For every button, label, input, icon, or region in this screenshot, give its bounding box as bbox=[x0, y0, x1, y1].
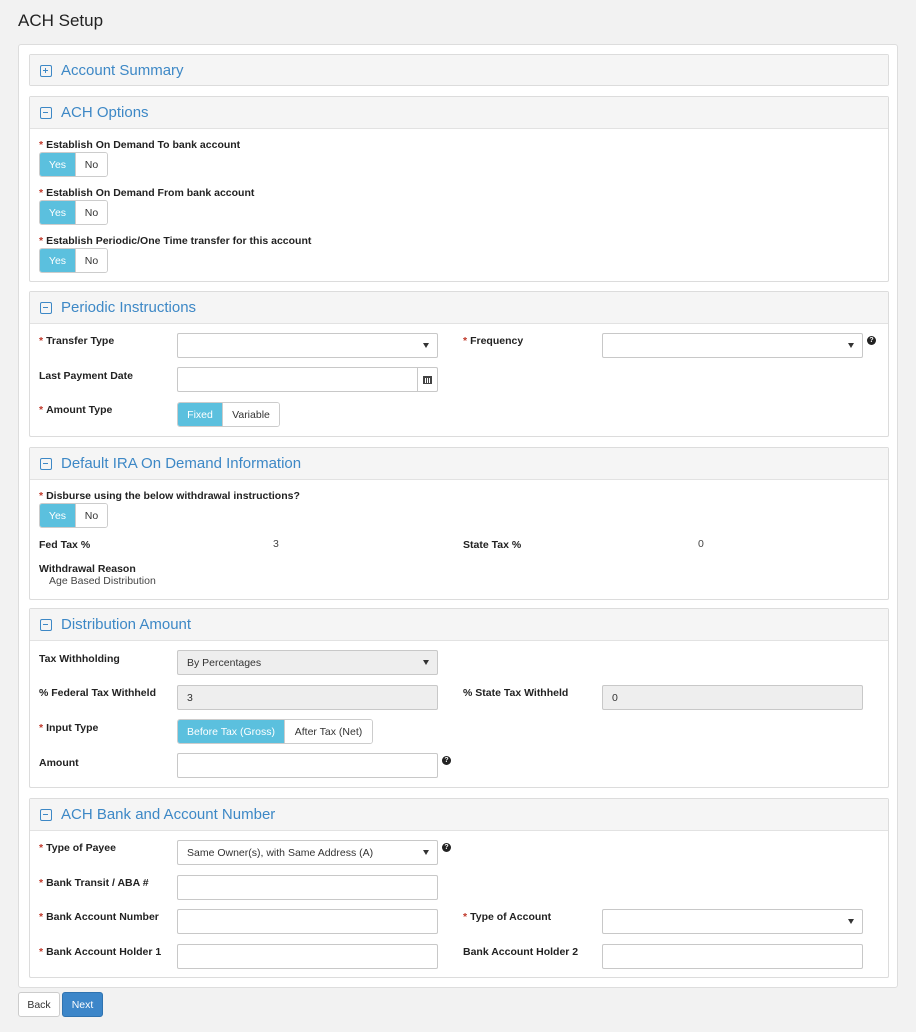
ach-options-title[interactable]: ACH Options bbox=[61, 104, 149, 121]
ach-options-header[interactable]: ACH Options bbox=[30, 97, 888, 129]
account-number-label: * Bank Account Number bbox=[39, 911, 159, 923]
withdrawal-reason-label: Withdrawal Reason bbox=[39, 563, 136, 575]
fed-withheld-value: 3 bbox=[187, 691, 193, 704]
periodic-instructions-header[interactable]: Periodic Instructions bbox=[30, 292, 888, 324]
tax-withholding-select[interactable]: By Percentages bbox=[177, 650, 438, 675]
frequency-select[interactable] bbox=[602, 333, 863, 358]
amount-type-toggle: Fixed Variable bbox=[177, 402, 280, 427]
on-demand-to-yes[interactable]: Yes bbox=[40, 153, 75, 176]
distribution-amount-header[interactable]: Distribution Amount bbox=[30, 609, 888, 641]
payee-help-icon[interactable]: ? bbox=[442, 843, 451, 852]
last-payment-date-input[interactable] bbox=[177, 367, 438, 392]
withdrawal-reason-value: Age Based Distribution bbox=[49, 575, 156, 587]
chevron-down-icon bbox=[848, 919, 854, 924]
on-demand-to-toggle: Yes No bbox=[39, 152, 108, 177]
on-demand-from-label: * Establish On Demand From bank account bbox=[39, 187, 255, 199]
amount-help-icon[interactable]: ? bbox=[442, 756, 451, 765]
disburse-yes[interactable]: Yes bbox=[40, 504, 75, 527]
disburse-toggle: Yes No bbox=[39, 503, 108, 528]
account-type-select[interactable] bbox=[602, 909, 863, 934]
periodic-transfer-label: * Establish Periodic/One Time transfer fo… bbox=[39, 235, 312, 247]
chevron-down-icon bbox=[423, 660, 429, 665]
amount-label: Amount bbox=[39, 757, 79, 769]
minus-square-icon[interactable] bbox=[40, 302, 52, 314]
amount-type-label: * Amount Type bbox=[39, 404, 113, 416]
ach-setup-form: Account Summary ACH Options * Establish O… bbox=[18, 44, 898, 988]
fed-withheld-label: % Federal Tax Withheld bbox=[39, 687, 156, 699]
holder1-label: * Bank Account Holder 1 bbox=[39, 946, 162, 958]
transfer-type-label: * Transfer Type bbox=[39, 335, 115, 347]
ira-title[interactable]: Default IRA On Demand Information bbox=[61, 455, 301, 472]
fed-withheld-input[interactable]: 3 bbox=[177, 685, 438, 710]
bank-header[interactable]: ACH Bank and Account Number bbox=[30, 799, 888, 831]
amount-type-fixed[interactable]: Fixed bbox=[178, 403, 222, 426]
chevron-down-icon bbox=[423, 343, 429, 348]
amount-type-variable[interactable]: Variable bbox=[222, 403, 279, 426]
minus-square-icon[interactable] bbox=[40, 809, 52, 821]
tax-withholding-value: By Percentages bbox=[187, 656, 262, 669]
last-payment-date-label: Last Payment Date bbox=[39, 370, 133, 382]
state-tax-value: 0 bbox=[698, 538, 704, 550]
payee-type-label: * Type of Payee bbox=[39, 842, 116, 854]
periodic-instructions-panel: Periodic Instructions * Transfer Type * Fr… bbox=[29, 291, 889, 437]
amount-input[interactable] bbox=[177, 753, 438, 778]
payee-type-select[interactable]: Same Owner(s), with Same Address (A) bbox=[177, 840, 438, 865]
on-demand-from-no[interactable]: No bbox=[75, 201, 107, 224]
ira-header[interactable]: Default IRA On Demand Information bbox=[30, 448, 888, 480]
transit-label: * Bank Transit / ABA # bbox=[39, 877, 149, 889]
holder2-label: Bank Account Holder 2 bbox=[463, 946, 579, 958]
minus-square-icon[interactable] bbox=[40, 107, 52, 119]
frequency-help-icon[interactable]: ? bbox=[867, 336, 876, 345]
fed-tax-value: 3 bbox=[273, 538, 279, 550]
on-demand-to-no[interactable]: No bbox=[75, 153, 107, 176]
transfer-type-select[interactable] bbox=[177, 333, 438, 358]
fed-tax-label: Fed Tax % bbox=[39, 539, 91, 551]
account-summary-panel: Account Summary bbox=[29, 54, 889, 86]
account-summary-title[interactable]: Account Summary bbox=[61, 62, 184, 79]
page-title: ACH Setup bbox=[18, 11, 104, 30]
minus-square-icon[interactable] bbox=[40, 458, 52, 470]
calendar-button[interactable] bbox=[417, 368, 437, 391]
holder1-input[interactable] bbox=[177, 944, 438, 969]
back-button[interactable]: Back bbox=[18, 992, 60, 1017]
input-type-after-tax[interactable]: After Tax (Net) bbox=[284, 720, 372, 743]
next-button[interactable]: Next bbox=[62, 992, 103, 1017]
ira-panel: Default IRA On Demand Information * Disbu… bbox=[29, 447, 889, 600]
chevron-down-icon bbox=[848, 343, 854, 348]
state-tax-label: State Tax % bbox=[463, 539, 522, 551]
holder2-input[interactable] bbox=[602, 944, 863, 969]
state-withheld-value: 0 bbox=[612, 691, 618, 704]
input-type-label: * Input Type bbox=[39, 722, 99, 734]
state-withheld-label: % State Tax Withheld bbox=[463, 687, 569, 699]
periodic-instructions-title[interactable]: Periodic Instructions bbox=[61, 299, 196, 316]
account-number-input[interactable] bbox=[177, 909, 438, 934]
account-summary-header[interactable]: Account Summary bbox=[30, 55, 888, 85]
on-demand-from-yes[interactable]: Yes bbox=[40, 201, 75, 224]
periodic-transfer-no[interactable]: No bbox=[75, 249, 107, 272]
input-type-toggle: Before Tax (Gross) After Tax (Net) bbox=[177, 719, 373, 744]
payee-type-value: Same Owner(s), with Same Address (A) bbox=[187, 846, 374, 859]
distribution-amount-title[interactable]: Distribution Amount bbox=[61, 616, 191, 633]
calendar-icon bbox=[423, 375, 432, 384]
ach-options-panel: ACH Options * Establish On Demand To bank… bbox=[29, 96, 889, 282]
input-type-before-tax[interactable]: Before Tax (Gross) bbox=[178, 720, 284, 743]
periodic-transfer-yes[interactable]: Yes bbox=[40, 249, 75, 272]
disburse-label: * Disburse using the below withdrawal ins… bbox=[39, 490, 300, 502]
on-demand-to-label: * Establish On Demand To bank account bbox=[39, 139, 241, 151]
on-demand-from-toggle: Yes No bbox=[39, 200, 108, 225]
bank-panel: ACH Bank and Account Number * Type of Pay… bbox=[29, 798, 889, 978]
bank-title[interactable]: ACH Bank and Account Number bbox=[61, 806, 275, 823]
tax-withholding-label: Tax Withholding bbox=[39, 653, 120, 665]
periodic-transfer-toggle: Yes No bbox=[39, 248, 108, 273]
minus-square-icon[interactable] bbox=[40, 619, 52, 631]
account-type-label: * Type of Account bbox=[463, 911, 552, 923]
transit-input[interactable] bbox=[177, 875, 438, 900]
plus-square-icon[interactable] bbox=[40, 65, 52, 77]
frequency-label: * Frequency bbox=[463, 335, 524, 347]
disburse-no[interactable]: No bbox=[75, 504, 107, 527]
chevron-down-icon bbox=[423, 850, 429, 855]
distribution-amount-panel: Distribution Amount Tax Withholding By P… bbox=[29, 608, 889, 788]
state-withheld-input[interactable]: 0 bbox=[602, 685, 863, 710]
